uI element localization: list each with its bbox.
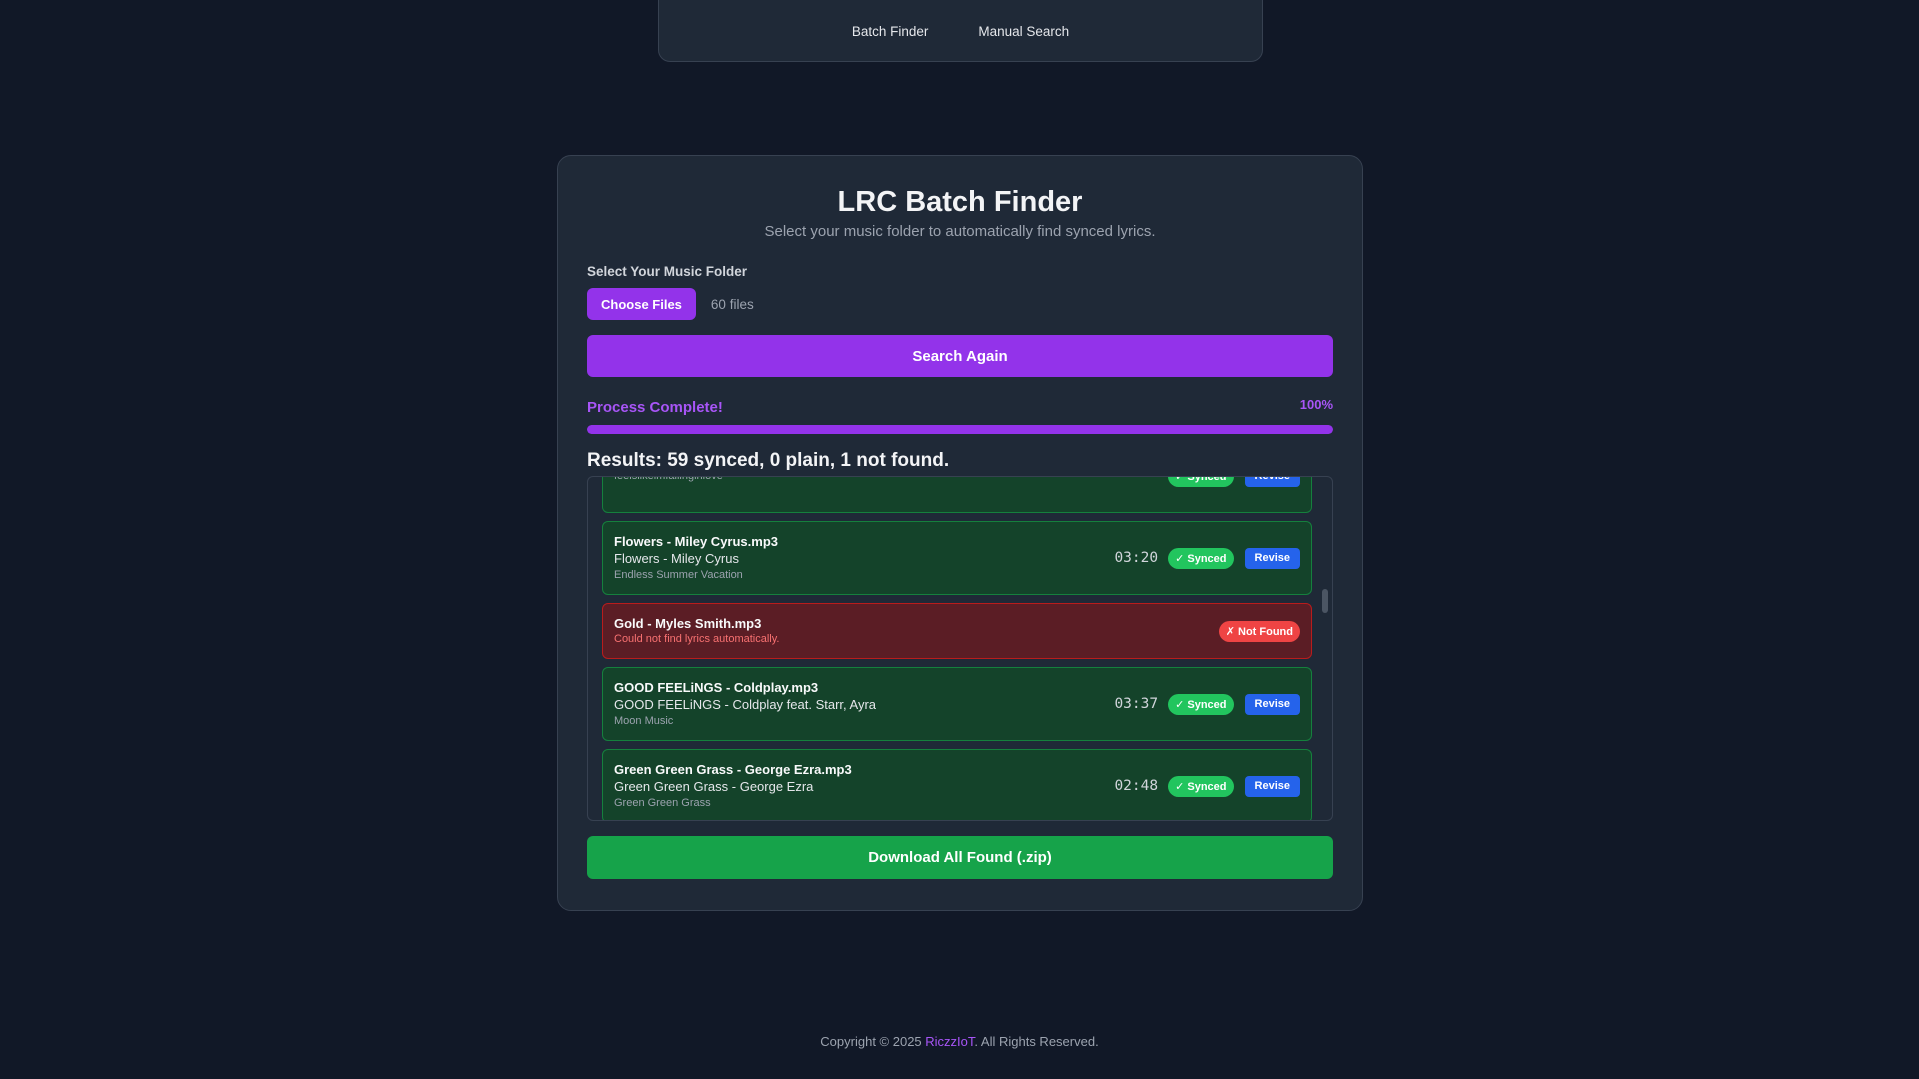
nav-batch-finder[interactable]: Batch Finder [827, 18, 954, 45]
revise-button[interactable]: Revise [1244, 477, 1300, 487]
folder-label: Select Your Music Folder [587, 264, 748, 279]
synced-badge: ✓ Synced [1168, 547, 1234, 569]
file-picker: Choose Files 60 files [587, 288, 1333, 320]
footer-brand-link[interactable]: RiczzIoT [925, 1034, 974, 1049]
result-album: feelslikeimfallinginlove [614, 476, 723, 482]
top-nav: Batch Finder Manual Search [658, 0, 1263, 62]
synced-badge: ✓ Synced [1168, 775, 1234, 797]
progress-percent: 100% [1299, 397, 1333, 412]
result-duration: 03:37 [1114, 696, 1159, 712]
result-track: Flowers - Miley Cyrus [614, 551, 739, 566]
revise-button[interactable]: Revise [1244, 693, 1300, 715]
progress-bar-fill [587, 425, 1333, 434]
result-duration: 03:20 [1114, 550, 1159, 566]
result-item: Flowers - Miley Cyrus.mp3 Flowers - Mile… [602, 521, 1312, 595]
footer-rights: . All Rights Reserved. [974, 1034, 1099, 1049]
result-duration: 02:48 [1114, 778, 1159, 794]
result-filename: Flowers - Miley Cyrus.mp3 [614, 534, 778, 549]
page-subtitle: Select your music folder to automaticall… [764, 223, 1156, 240]
search-again-button[interactable]: Search Again [587, 335, 1333, 377]
result-item: feelslikeimfallinginlove ✓ Synced Revise [602, 476, 1312, 513]
result-error: Could not find lyrics automatically. [614, 633, 780, 645]
result-track: Green Green Grass - George Ezra [614, 779, 814, 794]
synced-badge: ✓ Synced [1168, 477, 1234, 487]
progress-bar [587, 425, 1333, 434]
results-scrollbar[interactable] [1322, 477, 1328, 820]
scrollbar-thumb[interactable] [1322, 589, 1328, 613]
progress-header: Process Complete! 100% [587, 397, 1333, 416]
result-album: Moon Music [614, 715, 674, 727]
revise-button[interactable]: Revise [1244, 775, 1300, 797]
result-filename: GOOD FEELiNGS - Coldplay.mp3 [614, 680, 819, 695]
footer-copyright: Copyright © 2025 [820, 1034, 926, 1049]
progress-status: Process Complete! [587, 399, 723, 416]
result-track: GOOD FEELiNGS - Coldplay feat. Starr, Ay… [614, 697, 877, 712]
footer: Copyright © 2025 RiczzIoT. All Rights Re… [0, 1034, 1919, 1049]
nav-manual-search[interactable]: Manual Search [953, 18, 1094, 45]
synced-badge: ✓ Synced [1168, 693, 1234, 715]
result-album: Endless Summer Vacation [614, 569, 743, 581]
file-count: 60 files [710, 296, 754, 312]
result-item: Green Green Grass - George Ezra.mp3 Gree… [602, 749, 1312, 820]
result-filename: Gold - Myles Smith.mp3 [614, 616, 762, 631]
download-zip-button[interactable]: Download All Found (.zip) [587, 836, 1333, 879]
not-found-badge: ✗ Not Found [1218, 620, 1300, 642]
result-item: GOOD FEELiNGS - Coldplay.mp3 GOOD FEELiN… [602, 667, 1312, 741]
page-title: LRC Batch Finder [837, 186, 1083, 218]
choose-files-button[interactable]: Choose Files [587, 288, 696, 320]
result-album: Green Green Grass [614, 797, 711, 809]
result-item-not-found: Gold - Myles Smith.mp3 Could not find ly… [602, 603, 1312, 659]
results-summary: Results: 59 synced, 0 plain, 1 not found… [587, 450, 950, 471]
revise-button[interactable]: Revise [1244, 547, 1300, 569]
batch-finder-card: LRC Batch Finder Select your music folde… [557, 155, 1363, 911]
results-list[interactable]: feelslikeimfallinginlove ✓ Synced Revise… [587, 476, 1333, 821]
result-filename: Green Green Grass - George Ezra.mp3 [614, 762, 852, 777]
